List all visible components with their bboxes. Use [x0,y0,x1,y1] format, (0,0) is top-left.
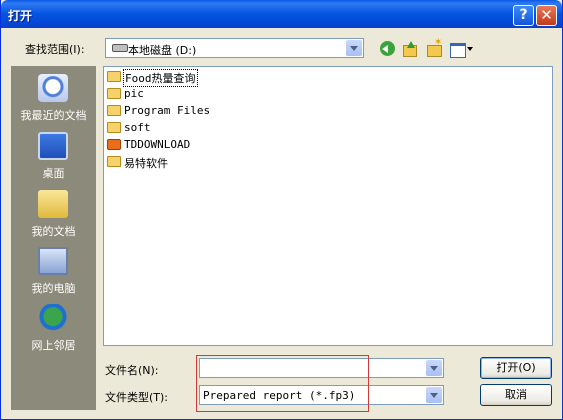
back-icon[interactable] [379,41,397,57]
help-button[interactable]: ? [513,5,534,26]
folder-icon [107,71,121,82]
title-bar[interactable]: 打开 ? ✕ [1,0,562,28]
places-bar: 我最近的文档 桌面 我的文档 我的电脑 网上邻居 [11,66,96,410]
place-label: 桌面 [42,167,65,180]
place-label: 我的电脑 [31,282,76,295]
filetype-value: Prepared report (*.fp3) [203,389,356,402]
my-documents-icon [38,190,68,218]
close-button[interactable]: ✕ [536,5,557,26]
filename-input[interactable] [199,358,444,378]
my-computer-icon [38,247,68,275]
chevron-down-icon[interactable] [426,387,442,403]
look-in-value: 本地磁盘 (D:) [128,44,197,57]
place-recent-documents[interactable]: 我最近的文档 [11,70,96,126]
folder-icon [107,88,121,99]
place-label: 网上邻居 [31,339,76,352]
place-label: 我最近的文档 [20,109,87,122]
cancel-button[interactable]: 取消 [480,384,552,406]
place-my-documents[interactable]: 我的文档 [11,186,96,242]
place-label: 我的文档 [31,225,76,238]
filename-label: 文件名(N): [105,364,159,377]
filetype-dropdown[interactable]: Prepared report (*.fp3) [199,385,444,405]
place-my-computer[interactable]: 我的电脑 [11,243,96,299]
folder-icon [107,156,121,167]
download-folder-icon [107,139,121,150]
recent-documents-icon [38,74,68,102]
network-places-icon [38,304,68,332]
new-folder-icon[interactable] [425,37,443,57]
file-name: 易特软件 [124,157,168,170]
file-name: Food热量查询 [123,69,198,87]
open-file-dialog: 打开 ? ✕ 查找范围(I): 本地磁盘 (D:) 我最近的文档 桌面 我的文档… [0,0,563,420]
window-title: 打开 [8,9,33,23]
up-folder-icon[interactable] [401,41,419,57]
file-name: pic [124,87,144,100]
place-desktop[interactable]: 桌面 [11,128,96,184]
file-name: TDDOWNLOAD [124,138,191,151]
file-name: Program Files [124,104,211,117]
open-button[interactable]: 打开(O) [480,357,552,379]
folder-icon [107,122,121,133]
filetype-label: 文件类型(T): [105,391,169,404]
drive-icon [112,44,128,52]
views-menu-icon[interactable] [449,41,473,58]
desktop-icon [38,132,68,160]
look-in-dropdown[interactable]: 本地磁盘 (D:) [105,38,364,58]
look-in-label: 查找范围(I): [25,43,85,56]
file-name: soft [124,121,151,134]
folder-icon [107,105,121,116]
chevron-down-icon[interactable] [346,40,362,56]
place-network[interactable]: 网上邻居 [11,300,96,356]
chevron-down-icon[interactable] [426,360,442,376]
file-list[interactable]: Food热量查询 pic Program Files soft TDDOWNLO… [103,66,553,346]
